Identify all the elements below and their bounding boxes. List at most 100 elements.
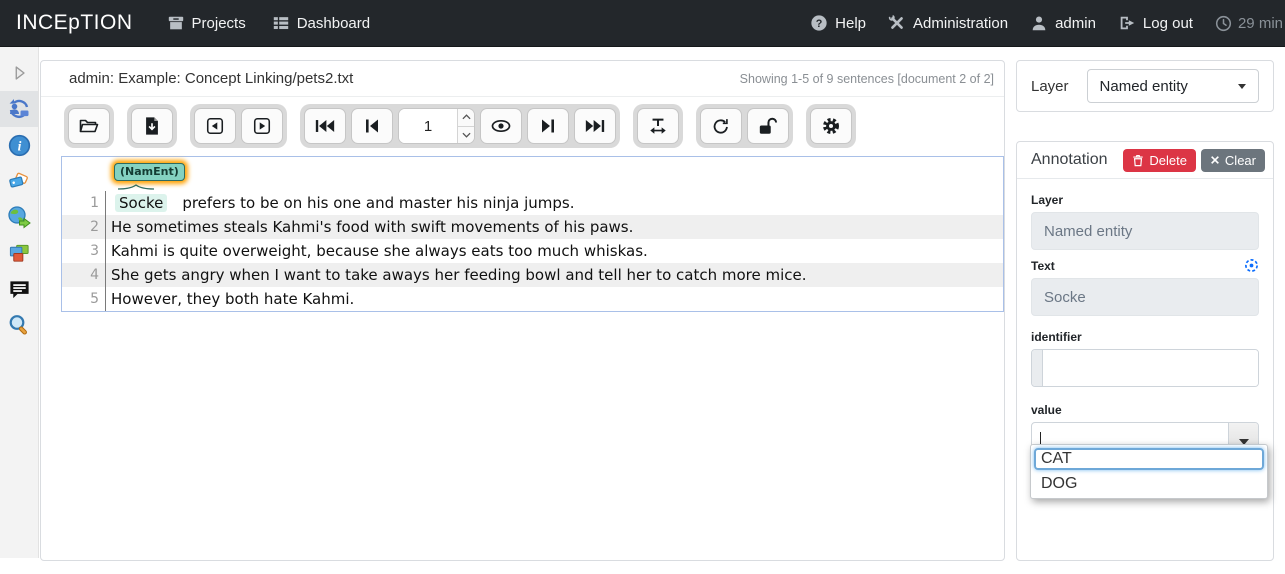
sentence-text[interactable]: Socke prefers to be on his one and master… <box>105 191 575 215</box>
nav-user-label: admin <box>1055 15 1096 32</box>
page-number-box <box>398 108 475 144</box>
nav-user[interactable]: admin <box>1030 14 1096 32</box>
delete-annotation-button[interactable]: Delete <box>1123 149 1196 172</box>
caret-down-icon <box>1238 84 1246 89</box>
next-document-icon <box>252 116 272 136</box>
annotation-label-row: (NamEnt) <box>62 157 1003 191</box>
text-field-value: Socke <box>1031 278 1259 316</box>
first-page-icon <box>314 117 336 135</box>
sentence-row: 3 Kahmi is quite overweight, because she… <box>62 239 1003 263</box>
sidebar-search-button[interactable] <box>0 307 38 343</box>
nav-projects[interactable]: Projects <box>167 14 246 32</box>
layer-panel-label: Layer <box>1031 78 1069 95</box>
last-page-icon <box>584 117 606 135</box>
first-page-button[interactable] <box>304 108 346 144</box>
trash-icon <box>1132 154 1144 167</box>
sentence-text[interactable]: She gets angry when I want to take aways… <box>105 263 807 287</box>
sidebar-images-button[interactable] <box>0 235 38 271</box>
sidebar-info-button[interactable]: i <box>0 127 38 163</box>
dropdown-option-cat[interactable]: CAT <box>1034 448 1264 470</box>
page-spinner-up[interactable] <box>458 109 474 126</box>
identifier-input[interactable] <box>1043 350 1258 386</box>
sentence-row: 1 Socke prefers to be on his one and mast… <box>62 191 1003 215</box>
app-logo[interactable]: INCEpTION <box>16 11 133 35</box>
nav-help[interactable]: ? Help <box>810 14 866 32</box>
annotation-chip[interactable]: (NamEnt) <box>114 163 185 181</box>
sentence-text[interactable]: However, they both hate Kahmi. <box>105 287 354 311</box>
document-panel: admin: Example: Concept Linking/pets2.tx… <box>40 60 1005 561</box>
sentence-row: 2 He sometimes steals Kahmi's food with … <box>62 215 1003 239</box>
sentence-text[interactable]: He sometimes steals Kahmi's food with sw… <box>105 215 633 239</box>
document-title: admin: Example: Concept Linking/pets2.tx… <box>69 70 353 87</box>
eye-icon <box>490 117 512 135</box>
line-number: 3 <box>62 239 105 263</box>
tags-icon <box>8 170 31 193</box>
nav-administration[interactable]: Administration <box>888 14 1008 32</box>
globe-arrow-icon <box>7 205 31 229</box>
identifier-prefix <box>1032 350 1043 386</box>
nav-dashboard[interactable]: Dashboard <box>272 14 370 32</box>
identifier-field-label: identifier <box>1031 330 1259 344</box>
sidebar-expand-button[interactable] <box>0 55 38 91</box>
list-icon <box>272 14 290 32</box>
nav-projects-label: Projects <box>192 15 246 32</box>
page-spinner-down[interactable] <box>458 126 474 144</box>
session-timer-label: 29 min <box>1238 15 1283 32</box>
next-document-button[interactable] <box>241 108 283 144</box>
line-number: 1 <box>62 191 105 215</box>
archive-icon <box>167 14 185 32</box>
annotation-detail-body: Layer Named entity Text Socke identifier… <box>1017 179 1273 468</box>
goto-annotation-icon[interactable] <box>1244 258 1259 273</box>
sentence-rest: prefers to be on his one and master his … <box>182 194 574 212</box>
annotation-text-area[interactable]: (NamEnt) 1 Socke prefers to be on his one… <box>61 156 1004 312</box>
prev-page-button[interactable] <box>351 108 393 144</box>
layer-select-value: Named entity <box>1100 78 1188 95</box>
document-header: admin: Example: Concept Linking/pets2.tx… <box>41 61 1004 97</box>
sidebar-annotation-browser-button[interactable] <box>0 91 38 127</box>
info-icon: i <box>8 134 31 157</box>
line-number: 2 <box>62 215 105 239</box>
sign-out-icon <box>1118 14 1136 32</box>
svg-text:i: i <box>17 138 21 153</box>
refresh-button[interactable] <box>700 108 742 144</box>
next-page-button[interactable] <box>527 108 569 144</box>
page-number-input[interactable] <box>399 109 457 143</box>
layer-select[interactable]: Named entity <box>1087 69 1259 103</box>
nav-logout-label: Log out <box>1143 15 1193 32</box>
top-navbar: INCEpTION Projects Dashboard ? Help Admi… <box>0 0 1285 47</box>
prev-page-icon <box>363 117 381 135</box>
nav-dashboard-label: Dashboard <box>297 15 370 32</box>
lock-open-icon <box>757 116 779 136</box>
text-field-label: Text <box>1031 259 1055 273</box>
sentence-text[interactable]: Kahmi is quite overweight, because she a… <box>105 239 648 263</box>
folder-open-icon <box>78 115 100 137</box>
lock-button[interactable] <box>747 108 789 144</box>
annotated-token[interactable]: Socke <box>115 194 167 212</box>
user-icon <box>1030 14 1048 32</box>
session-timer: 29 min <box>1215 15 1283 32</box>
sidebar-comments-button[interactable] <box>0 271 38 307</box>
close-icon <box>1210 155 1220 165</box>
nav-logout[interactable]: Log out <box>1118 14 1193 32</box>
sidebar-concept-linking-button[interactable] <box>0 199 38 235</box>
dropdown-option-dog[interactable]: DOG <box>1034 473 1264 495</box>
annotation-browser-icon <box>7 97 31 121</box>
clear-annotation-button[interactable]: Clear <box>1201 149 1265 172</box>
fit-text-width-button[interactable] <box>637 108 679 144</box>
visibility-button[interactable] <box>480 108 522 144</box>
last-page-button[interactable] <box>574 108 616 144</box>
prev-document-button[interactable] <box>194 108 236 144</box>
export-document-button[interactable] <box>131 108 173 144</box>
image-layers-icon <box>8 242 31 265</box>
line-number: 5 <box>62 287 105 311</box>
line-number: 4 <box>62 263 105 287</box>
sidebar-tagsets-button[interactable] <box>0 163 38 199</box>
gear-icon <box>821 116 841 136</box>
settings-button[interactable] <box>810 108 852 144</box>
text-width-icon <box>648 116 668 136</box>
text-field-label-row: Text <box>1031 258 1259 273</box>
svg-text:?: ? <box>816 18 823 30</box>
tools-icon <box>888 14 906 32</box>
open-document-button[interactable] <box>68 108 110 144</box>
chevron-down-icon <box>462 132 471 138</box>
